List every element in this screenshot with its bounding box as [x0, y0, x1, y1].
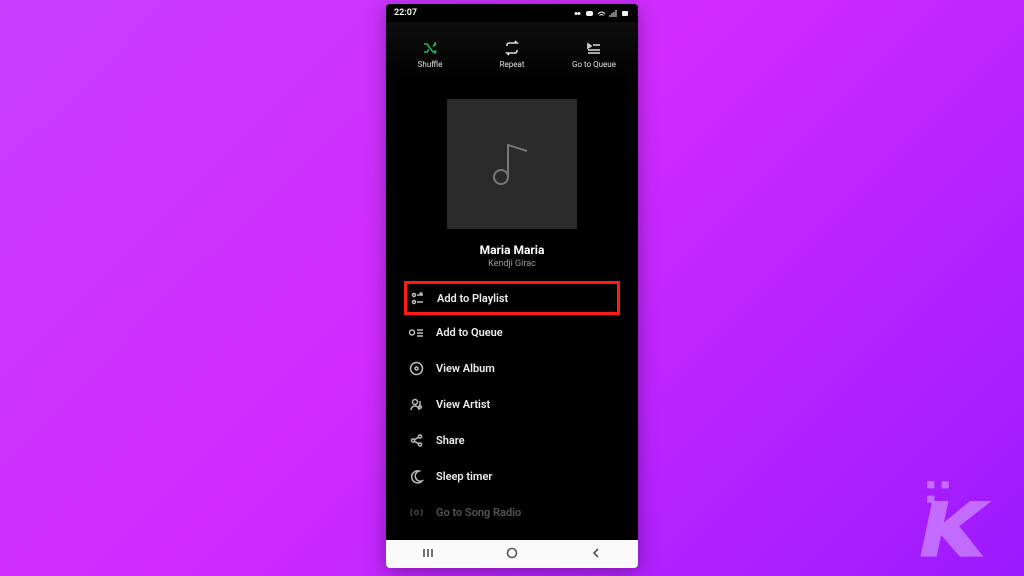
wifi-icon [597, 9, 606, 18]
playlist-add-icon [409, 290, 425, 306]
menu-label: Sleep timer [436, 470, 492, 483]
top-actions: Shuffle Repeat Go to Queue [386, 22, 638, 81]
repeat-label: Repeat [500, 60, 525, 69]
artist-icon [408, 396, 424, 412]
radio-icon [408, 504, 424, 520]
shuffle-icon [422, 40, 438, 56]
home-button[interactable] [505, 545, 519, 564]
queue-label: Go to Queue [572, 60, 616, 69]
phone-frame: 22:07 Shuffle Repeat Go to Queue [386, 4, 638, 568]
controller-icon [585, 9, 594, 18]
watermark-k-logo [920, 474, 1010, 568]
status-time: 22:07 [394, 8, 417, 18]
queue-icon [586, 40, 602, 56]
queue-add-icon [408, 324, 424, 340]
repeat-icon [504, 40, 520, 56]
battery-icon [621, 9, 630, 18]
music-note-icon [485, 137, 539, 191]
recents-button[interactable] [421, 545, 435, 564]
go-to-queue-button[interactable]: Go to Queue [567, 40, 621, 69]
link-icon [573, 9, 582, 18]
context-menu: Add to Playlist Add to Queue View Album … [404, 281, 620, 530]
menu-label: View Album [436, 362, 495, 375]
moon-icon [408, 468, 424, 484]
android-nav-bar [386, 540, 638, 568]
repeat-button[interactable]: Repeat [485, 40, 539, 69]
signal-icon [609, 9, 618, 18]
menu-view-artist[interactable]: View Artist [404, 386, 620, 422]
menu-sleep-timer[interactable]: Sleep timer [404, 458, 620, 494]
shuffle-label: Shuffle [418, 60, 443, 69]
menu-add-to-queue[interactable]: Add to Queue [404, 314, 620, 350]
menu-label: Add to Playlist [437, 292, 508, 305]
share-icon [408, 432, 424, 448]
menu-share[interactable]: Share [404, 422, 620, 458]
shuffle-button[interactable]: Shuffle [403, 40, 457, 69]
menu-add-to-playlist[interactable]: Add to Playlist [404, 281, 620, 315]
menu-view-album[interactable]: View Album [404, 350, 620, 386]
menu-label: View Artist [436, 398, 490, 411]
status-bar: 22:07 [386, 4, 638, 22]
back-button[interactable] [589, 545, 603, 564]
status-icons [573, 9, 630, 18]
track-artist: Kendji Girac [488, 259, 536, 269]
menu-label: Go to Song Radio [436, 506, 521, 519]
album-cover-placeholder [447, 99, 577, 229]
content-area: Maria Maria Kendji Girac Add to Playlist… [386, 81, 638, 540]
track-title: Maria Maria [480, 243, 545, 257]
menu-song-radio[interactable]: Go to Song Radio [404, 494, 620, 530]
menu-label: Add to Queue [436, 326, 503, 339]
album-icon [408, 360, 424, 376]
menu-label: Share [436, 434, 465, 447]
